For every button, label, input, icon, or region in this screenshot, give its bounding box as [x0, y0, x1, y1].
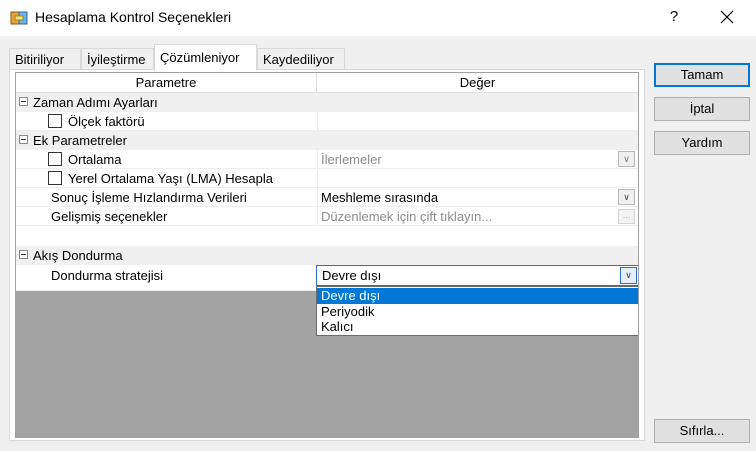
property-value: Düzenlemek için çift tıklayın...: [321, 209, 493, 224]
ok-button[interactable]: Tamam: [654, 63, 750, 87]
property-grid: Parametre Değer Zaman Adımı Ayarları Ölç…: [15, 72, 639, 438]
property-name-cell: Yerel Ortalama Yaşı (LMA) Hesapla: [16, 169, 316, 188]
chevron-down-icon[interactable]: ∨: [618, 151, 635, 167]
help-button[interactable]: Yardım: [654, 131, 750, 155]
option-periodic[interactable]: Periyodik: [317, 304, 638, 320]
tab-solving[interactable]: Çözümleniyor: [154, 44, 257, 71]
title-bar: Hesaplama Kontrol Seçenekleri ?: [0, 0, 756, 36]
option-disabled[interactable]: Devre dışı: [317, 288, 638, 304]
property-row-scale-factor[interactable]: Ölçek faktörü: [16, 112, 638, 131]
grid-header: Parametre Değer: [16, 73, 638, 93]
header-parameter: Parametre: [135, 75, 197, 90]
close-icon: [720, 10, 734, 24]
lma-checkbox[interactable]: [48, 171, 62, 185]
property-value-cell[interactable]: [317, 112, 638, 131]
tab-panel: Parametre Değer Zaman Adımı Ayarları Ölç…: [9, 69, 645, 441]
accel-data-select[interactable]: Meshleme sırasında ∨: [317, 188, 638, 207]
dialog-body: Bitiriliyor İyileştirme Çözümleniyor Kay…: [0, 36, 756, 451]
property-name-cell: Sonuç İşleme Hızlandırma Verileri: [16, 188, 316, 207]
header-value: Değer: [459, 75, 496, 90]
property-row-lma[interactable]: Yerel Ortalama Yaşı (LMA) Hesapla: [16, 169, 638, 188]
property-label: Sonuç İşleme Hızlandırma Verileri: [51, 190, 247, 205]
window-title: Hesaplama Kontrol Seçenekleri: [35, 9, 232, 25]
averaging-checkbox[interactable]: [48, 152, 62, 166]
category-flow-freeze[interactable]: Akış Dondurma: [16, 246, 638, 265]
property-row-accel-data[interactable]: Sonuç İşleme Hızlandırma Verileri Meshle…: [16, 188, 638, 207]
tab-finishing[interactable]: Bitiriliyor: [9, 48, 81, 70]
property-label: Dondurma stratejisi: [51, 268, 163, 283]
averaging-select[interactable]: İlerlemeler ∨: [317, 150, 638, 169]
property-name-cell: Dondurma stratejisi: [16, 265, 316, 291]
collapse-icon[interactable]: [19, 250, 28, 259]
scale-factor-checkbox[interactable]: [48, 114, 62, 128]
freeze-strategy-dropdown: Devre dışı Periyodik Kalıcı: [316, 286, 638, 336]
category-time-step[interactable]: Zaman Adımı Ayarları: [16, 93, 638, 112]
category-label: Akış Dondurma: [33, 248, 123, 263]
close-button[interactable]: [712, 4, 742, 30]
property-name-cell: Gelişmiş seçenekler: [16, 207, 316, 226]
advanced-options-field[interactable]: Düzenlemek için çift tıklayın... ...: [317, 207, 638, 226]
category-label: Ek Parametreler: [33, 133, 127, 148]
category-label: Zaman Adımı Ayarları: [33, 95, 158, 110]
cancel-button[interactable]: İptal: [654, 97, 750, 121]
property-row-averaging[interactable]: Ortalama İlerlemeler ∨: [16, 150, 638, 169]
property-label: Gelişmiş seçenekler: [51, 209, 168, 224]
property-name-cell: Ortalama: [16, 150, 316, 169]
category-extra-params[interactable]: Ek Parametreler: [16, 131, 638, 150]
ellipsis-button[interactable]: ...: [618, 209, 635, 224]
collapse-icon[interactable]: [19, 135, 28, 144]
property-value: İlerlemeler: [321, 152, 382, 167]
help-title-button[interactable]: ?: [660, 4, 688, 30]
selected-value: Devre dışı: [322, 268, 382, 283]
property-label: Ortalama: [68, 152, 122, 167]
property-label: Yerel Ortalama Yaşı (LMA) Hesapla: [68, 171, 273, 186]
freeze-strategy-select[interactable]: Devre dışı ∨: [316, 265, 638, 286]
option-permanent[interactable]: Kalıcı: [317, 319, 638, 335]
property-name-cell: Ölçek faktörü: [16, 112, 316, 131]
collapse-icon[interactable]: [19, 97, 28, 106]
property-value-cell[interactable]: [317, 169, 638, 188]
property-label: Ölçek faktörü: [68, 114, 145, 129]
chevron-down-icon[interactable]: ∨: [618, 189, 635, 205]
tab-improving[interactable]: İyileştirme: [81, 48, 154, 70]
property-value: Meshleme sırasında: [321, 190, 439, 205]
calculator-app-icon: [10, 11, 28, 25]
empty-row: [16, 226, 638, 246]
tab-saving[interactable]: Kaydediliyor: [257, 48, 345, 70]
reset-button[interactable]: Sıfırla...: [654, 419, 750, 443]
property-row-advanced[interactable]: Gelişmiş seçenekler Düzenlemek için çift…: [16, 207, 638, 226]
property-grid-rows: Parametre Değer Zaman Adımı Ayarları Ölç…: [16, 73, 638, 291]
chevron-down-icon[interactable]: ∨: [620, 267, 637, 284]
